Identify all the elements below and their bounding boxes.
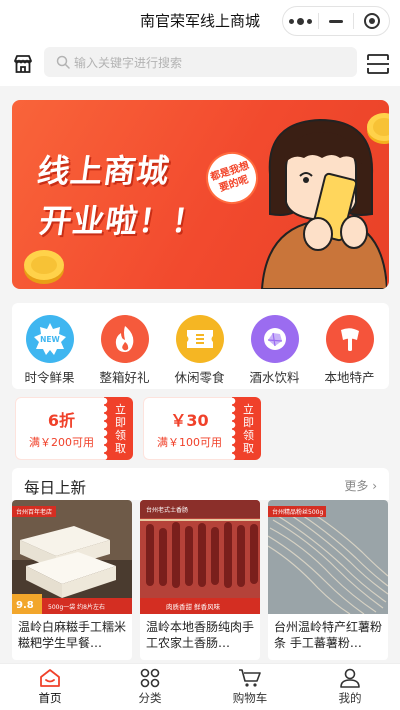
tab-label: 分类 [138, 691, 162, 705]
more-dots-icon [288, 17, 312, 25]
product-name: 台州温岭特产红薯粉条 手工蕃薯粉… [274, 620, 383, 650]
coupon-amount: ￥30 [170, 411, 209, 430]
category-label: 整箱好礼 [99, 370, 150, 385]
profile-icon [340, 668, 360, 688]
cart-icon [239, 669, 261, 687]
category-item-local-specialty[interactable]: 本地特产 [312, 303, 387, 389]
category-label: 休闲零食 [174, 370, 225, 385]
product-promo: 500g一袋 约8片左右 [48, 603, 105, 611]
tab-cart[interactable]: 购物车 [200, 664, 300, 710]
tab-category[interactable]: 分类 [100, 664, 200, 710]
tab-label: 我的 [338, 691, 362, 705]
claim-coupon-button[interactable]: 立即领取 [232, 397, 261, 460]
store-icon[interactable] [12, 53, 34, 75]
category-item-gift-box[interactable]: 整箱好礼 [87, 303, 162, 389]
minimize-icon [329, 19, 343, 23]
category-label: 时令鲜果 [24, 370, 75, 385]
product-list: 台州百年老店 9.8 500g一袋 约8片左右 温岭白麻糍手工糯米糍粑学生早餐… [12, 500, 389, 660]
product-card[interactable]: 台州老式土香肠 肉质香甜 鲜香风味 温岭本地香肠纯肉手工农家土香肠… [140, 500, 260, 660]
more-label: 更多 [344, 479, 369, 493]
cartoon-girl-illustration [260, 118, 387, 289]
minimize-button[interactable] [319, 7, 354, 35]
coupon-amount: 6折 [47, 411, 76, 430]
home-icon [40, 669, 60, 687]
category-icon [140, 668, 160, 688]
product-card[interactable]: 台州百年老店 9.8 500g一袋 约8片左右 温岭白麻糍手工糯米糍粑学生早餐… [12, 500, 132, 660]
category-item-snacks[interactable]: 休闲零食 [162, 303, 237, 389]
gem-icon [250, 315, 299, 363]
coupon-info: ￥30 满￥100可用 [143, 397, 236, 460]
category-grid: NEW 时令鲜果 整箱好礼 休闲零食 酒水饮料 本地特产 [12, 303, 389, 389]
search-row: 输入关键字进行搜索 [0, 42, 400, 86]
product-tag: 台州百年老店 [16, 508, 52, 516]
category-label: 本地特产 [324, 370, 375, 385]
new-badge-icon: NEW [25, 315, 74, 363]
search-placeholder: 输入关键字进行搜索 [74, 55, 183, 70]
product-tag: 台州精品粉丝500g [272, 508, 323, 516]
more-menu-button[interactable] [283, 7, 318, 35]
tab-home[interactable]: 首页 [0, 664, 100, 710]
coupon-card[interactable]: 6折 满￥200可用 立即领取 [15, 397, 133, 460]
flame-icon [100, 315, 149, 363]
product-promo: 肉质香甜 鲜香风味 [166, 602, 221, 611]
product-tag: 台州老式土香肠 [146, 506, 188, 514]
product-price: 9.8 [16, 600, 34, 611]
mini-program-capsule [282, 6, 390, 36]
tab-profile[interactable]: 我的 [300, 664, 400, 710]
banner-headline: 线上商城 [35, 152, 173, 190]
category-label: 酒水饮料 [249, 370, 300, 385]
product-card[interactable]: 台州精品粉丝500g 台州温岭特产红薯粉条 手工蕃薯粉… [268, 500, 388, 660]
claim-coupon-button[interactable]: 立即领取 [104, 397, 133, 460]
top-bar: 南官荣军线上商城 [0, 0, 400, 42]
product-image: 台州老式土香肠 肉质香甜 鲜香风味 [140, 500, 260, 614]
promo-banner[interactable]: 线上商城 开业啦！！ 都是我想要的呢 [12, 100, 389, 289]
coin-icon [24, 250, 64, 284]
search-icon [56, 55, 70, 69]
search-input[interactable]: 输入关键字进行搜索 [44, 47, 357, 77]
product-image: 台州精品粉丝500g [268, 500, 388, 614]
axe-icon [325, 315, 374, 363]
coupon-info: 6折 满￥200可用 [15, 397, 108, 460]
product-name: 温岭本地香肠纯肉手工农家土香肠… [146, 620, 255, 650]
coupon-condition: 满￥100可用 [157, 436, 222, 449]
ticket-icon [175, 315, 224, 363]
daily-new-section-header: 每日上新 更多 › [12, 468, 389, 500]
close-button[interactable] [354, 7, 389, 35]
scan-icon[interactable] [366, 53, 390, 75]
coupon-card[interactable]: ￥30 满￥100可用 立即领取 [143, 397, 261, 460]
close-target-icon [363, 13, 380, 29]
more-link[interactable]: 更多 › [344, 477, 377, 494]
svg-text:NEW: NEW [40, 335, 60, 344]
tab-label: 首页 [38, 691, 62, 705]
bottom-tab-bar: 首页 分类 购物车 我的 [0, 663, 400, 710]
section-title: 每日上新 [24, 479, 87, 497]
chevron-right-icon: › [372, 479, 377, 493]
coupon-condition: 满￥200可用 [29, 436, 94, 449]
banner-subline: 开业啦！！ [37, 202, 208, 240]
tab-label: 购物车 [232, 691, 268, 705]
product-image: 台州百年老店 9.8 500g一袋 约8片左右 [12, 500, 132, 614]
category-item-drinks[interactable]: 酒水饮料 [237, 303, 312, 389]
category-item-fresh-fruit[interactable]: NEW 时令鲜果 [12, 303, 87, 389]
product-name: 温岭白麻糍手工糯米糍粑学生早餐… [18, 620, 127, 650]
